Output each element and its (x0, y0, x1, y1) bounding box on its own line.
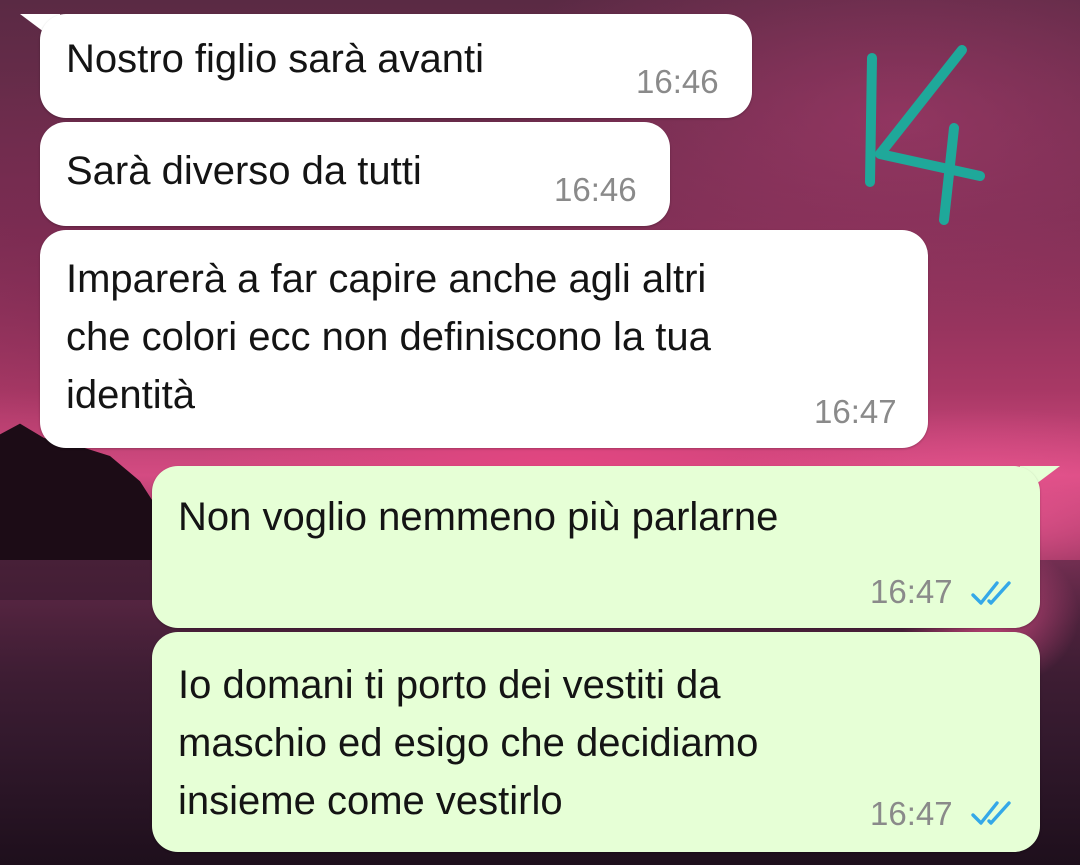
message-text-line: Io domani ti porto dei vestiti da (178, 663, 721, 707)
message-text: Nostro figlio sarà avanti (66, 37, 484, 81)
message-timestamp: 16:47 (870, 573, 953, 610)
message-text: Sarà diverso da tutti (66, 149, 422, 193)
handwritten-number-annotation (865, 45, 985, 225)
message-bubble-outgoing[interactable]: Non voglio nemmeno più parlarne 16:47 (152, 466, 1040, 628)
message-text-line: che colori ecc non definiscono la tua (66, 315, 711, 359)
message-text-line: Imparerà a far capire anche agli altri (66, 257, 707, 301)
message-text-line: maschio ed esigo che decidiamo (178, 721, 759, 765)
message-timestamp: 16:46 (554, 171, 637, 208)
message-text-line: identità (66, 373, 195, 417)
message-timestamp: 16:47 (814, 393, 897, 430)
message-bubble-incoming[interactable]: Sarà diverso da tutti 16:46 (40, 122, 670, 226)
message-text: Non voglio nemmeno più parlarne (178, 495, 779, 539)
message-timestamp: 16:47 (870, 795, 953, 832)
message-bubble-incoming[interactable]: Nostro figlio sarà avanti 16:46 (40, 14, 752, 118)
message-timestamp: 16:46 (636, 63, 719, 100)
double-check-icon (971, 581, 1011, 605)
double-check-icon (971, 801, 1011, 825)
message-text-line: insieme come vestirlo (178, 779, 563, 823)
message-bubble-incoming[interactable]: Imparerà a far capire anche agli altri c… (40, 230, 928, 448)
message-bubble-outgoing[interactable]: Io domani ti porto dei vestiti da maschi… (152, 632, 1040, 852)
